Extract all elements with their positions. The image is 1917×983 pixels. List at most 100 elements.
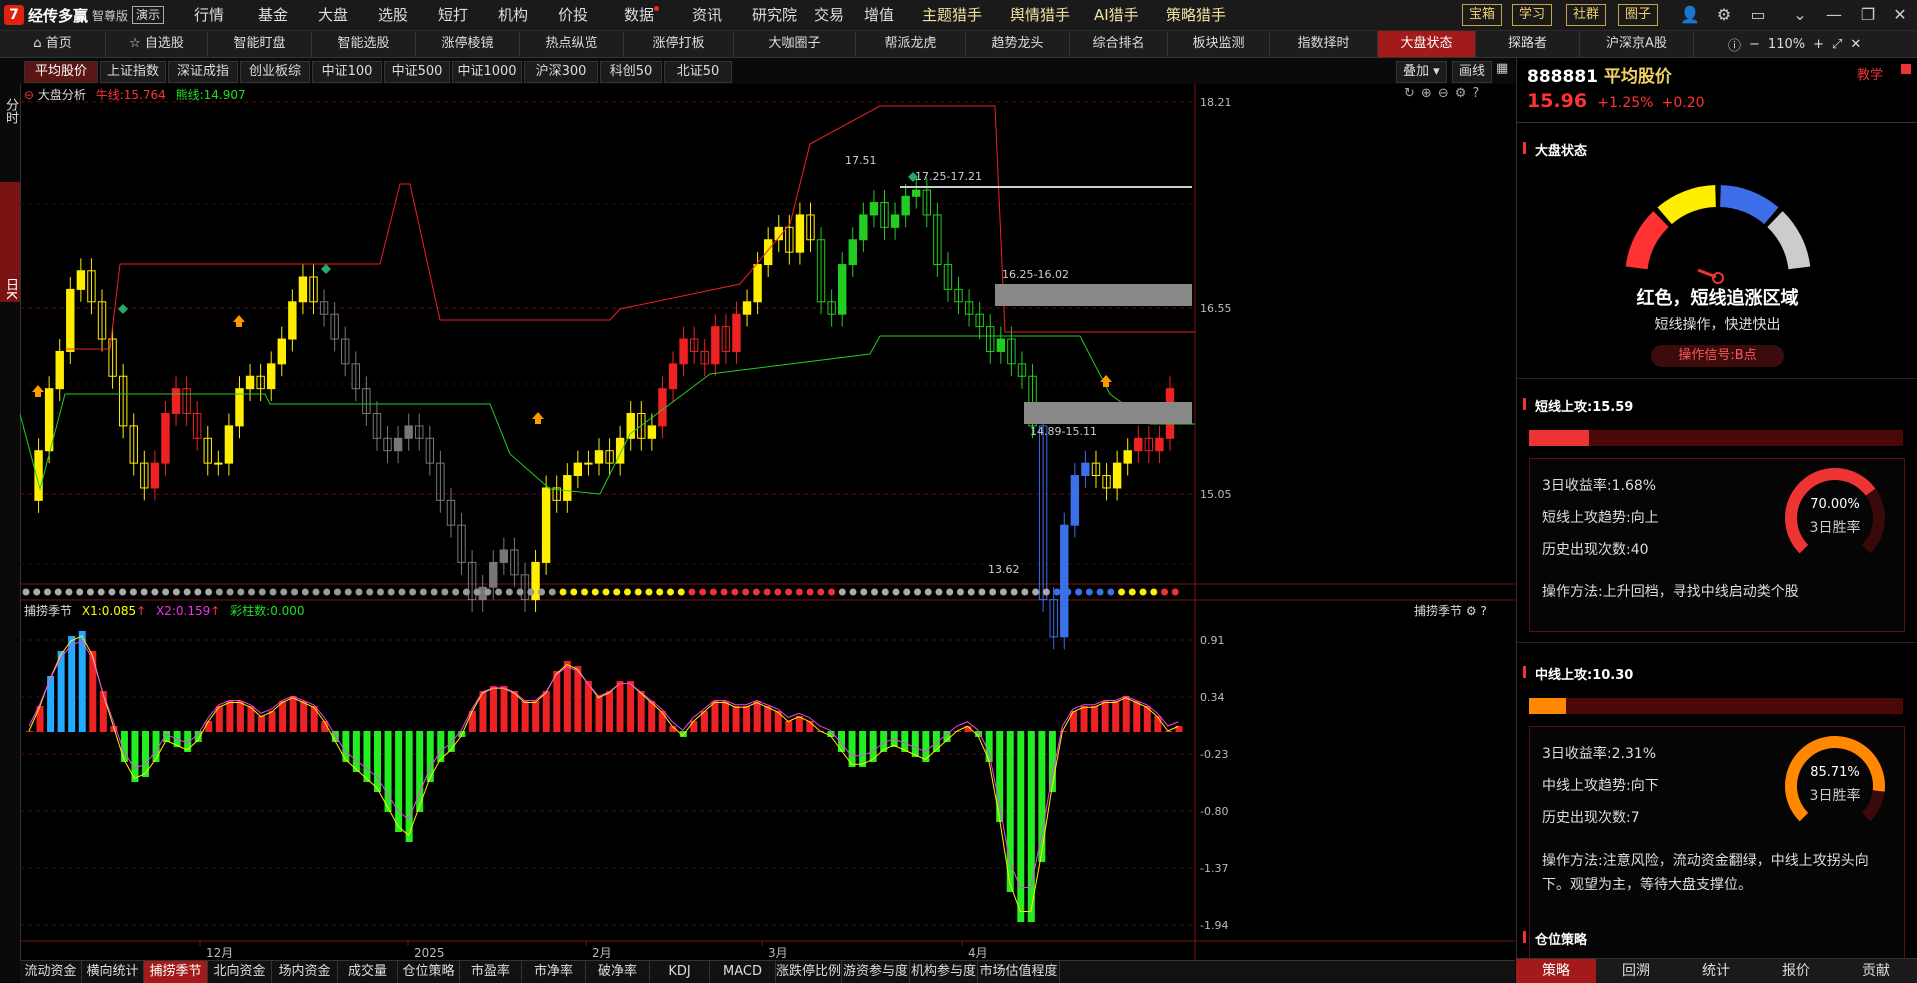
tab-0[interactable]: ⌂ 首页 <box>0 31 106 57</box>
user-icon[interactable]: 👤 <box>1680 5 1700 25</box>
top-menu-13[interactable]: 舆情猎手 <box>1010 0 1070 30</box>
gear-icon[interactable]: ⚙ <box>1466 604 1477 618</box>
index-tab-9[interactable]: 北证50 <box>664 61 732 83</box>
gear-icon[interactable]: ⚙ <box>1714 5 1734 25</box>
tab-5[interactable]: 热点纵览 <box>520 31 624 57</box>
tab-11[interactable]: 板块监测 <box>1168 31 1270 57</box>
demo-badge[interactable]: 演示 <box>132 6 165 24</box>
top-menu-14[interactable]: AI猎手 <box>1094 0 1139 30</box>
index-tab-3[interactable]: 创业板综 <box>240 61 310 83</box>
refresh-icon[interactable]: ↻ <box>1404 86 1415 101</box>
chevron-down-icon[interactable]: ⌄ <box>1790 5 1810 25</box>
bottom-tab-7[interactable]: 市盈率 <box>460 961 522 983</box>
overlay-button[interactable]: 叠加 ▾ <box>1396 61 1447 83</box>
bottom-tab-10[interactable]: KDJ <box>650 961 710 983</box>
help-icon[interactable]: ? <box>1480 604 1486 618</box>
right-bottom-tab-1[interactable]: 回溯 <box>1596 959 1676 983</box>
index-tab-4[interactable]: 中证100 <box>312 61 382 83</box>
buy-signal-icon[interactable] <box>1100 375 1112 387</box>
index-tab-0[interactable]: 平均股价 <box>24 61 98 83</box>
tab-15[interactable]: 沪深京A股 <box>1580 31 1694 57</box>
sub-indicator-title[interactable]: 捕捞季节 <box>1414 604 1462 618</box>
minimize-icon[interactable]: — <box>1824 5 1844 25</box>
index-tab-2[interactable]: 深证成指 <box>168 61 238 83</box>
bottom-tab-9[interactable]: 破净率 <box>586 961 650 983</box>
sell-signal-icon[interactable] <box>118 304 128 314</box>
index-tab-1[interactable]: 上证指数 <box>100 61 166 83</box>
bottom-tab-14[interactable]: 机构参与度 <box>910 961 978 983</box>
top-menu-6[interactable]: 价投 <box>558 0 588 30</box>
index-tab-8[interactable]: 科创50 <box>600 61 662 83</box>
top-button-0[interactable]: 宝箱 <box>1462 4 1503 26</box>
top-menu-10[interactable]: 交易 <box>814 0 844 30</box>
buy-signal-icon[interactable] <box>233 315 245 327</box>
tab-7[interactable]: 大咖圈子 <box>734 31 856 57</box>
tab-1[interactable]: ☆ 自选股 <box>106 31 208 57</box>
collapse-icon[interactable]: ⊖ <box>24 88 34 102</box>
close-icon[interactable]: ✕ <box>1890 5 1910 25</box>
top-menu-0[interactable]: 行情 <box>194 0 224 30</box>
top-menu-8[interactable]: 资讯 <box>692 0 722 30</box>
top-menu-2[interactable]: 大盘 <box>318 0 348 30</box>
bottom-tab-13[interactable]: 游资参与度 <box>842 961 910 983</box>
bottom-tab-4[interactable]: 场内资金 <box>272 961 338 983</box>
bottom-tab-2[interactable]: 捕捞季节 <box>144 961 208 983</box>
top-menu-4[interactable]: 短打 <box>438 0 468 30</box>
indicator-name[interactable]: 大盘分析 <box>38 88 86 102</box>
help-icon[interactable]: ? <box>1472 86 1479 101</box>
tab-daily-k[interactable]: 日K <box>0 182 20 302</box>
top-menu-7[interactable]: 数据 <box>624 0 660 30</box>
pin-icon[interactable] <box>1901 64 1911 74</box>
tab-14[interactable]: 探路者 <box>1476 31 1580 57</box>
grid-icon[interactable]: ▦ <box>1496 61 1508 76</box>
top-menu-1[interactable]: 基金 <box>258 0 288 30</box>
bottom-tab-3[interactable]: 北向资金 <box>208 961 272 983</box>
expand-icon[interactable]: ⤢ <box>1832 37 1842 52</box>
window-icon[interactable]: ▭ <box>1748 5 1768 25</box>
top-menu-11[interactable]: 增值 <box>864 0 894 30</box>
close-icon[interactable]: ✕ <box>1850 37 1861 52</box>
top-menu-3[interactable]: 选股 <box>378 0 408 30</box>
bottom-tab-5[interactable]: 成交量 <box>338 961 398 983</box>
tab-4[interactable]: 涨停棱镜 <box>416 31 520 57</box>
tab-6[interactable]: 涨停打板 <box>624 31 734 57</box>
bottom-tab-1[interactable]: 横向统计 <box>82 961 144 983</box>
bottom-tab-15[interactable]: 市场估值程度 <box>978 961 1060 983</box>
bottom-tab-6[interactable]: 仓位策略 <box>398 961 460 983</box>
tab-minute[interactable]: 分时 <box>0 98 20 142</box>
bottom-tab-0[interactable]: 流动资金 <box>20 961 82 983</box>
bottom-tab-12[interactable]: 涨跌停比例 <box>776 961 842 983</box>
kline-chart[interactable]: 18.21 16.55 15.05 17.51 17.25-17.21 16.25-16.… <box>19 84 1515 960</box>
right-bottom-tab-4[interactable]: 贡献 <box>1836 959 1916 983</box>
buy-signal-icon[interactable] <box>532 412 544 424</box>
top-menu-9[interactable]: 研究院 <box>752 0 797 30</box>
tab-9[interactable]: 趋势龙头 <box>966 31 1070 57</box>
top-button-2[interactable]: 社群 <box>1566 4 1607 26</box>
zoom-out-icon[interactable]: − <box>1749 37 1760 52</box>
top-menu-12[interactable]: 主题猎手 <box>922 0 982 30</box>
right-bottom-tab-3[interactable]: 报价 <box>1756 959 1836 983</box>
top-menu-15[interactable]: 策略猎手 <box>1166 0 1226 30</box>
add-icon[interactable]: ⊕ <box>1421 86 1432 101</box>
top-button-1[interactable]: 学习 <box>1512 4 1553 26</box>
sell-signal-icon[interactable] <box>321 264 331 274</box>
gear-icon[interactable]: ⚙ <box>1455 86 1467 101</box>
index-tab-5[interactable]: 中证500 <box>384 61 450 83</box>
index-tab-6[interactable]: 中证1000 <box>452 61 522 83</box>
right-bottom-tab-0[interactable]: 策略 <box>1516 959 1596 983</box>
top-button-3[interactable]: 圈子 <box>1618 4 1659 26</box>
chart-area[interactable]: 18.21 16.55 15.05 17.51 17.25-17.21 16.25-16.… <box>19 84 1515 960</box>
tab-13[interactable]: 大盘状态 <box>1378 31 1476 57</box>
index-tab-7[interactable]: 沪深300 <box>524 61 598 83</box>
teach-link[interactable]: 教学 <box>1857 64 1883 83</box>
bottom-tab-8[interactable]: 市净率 <box>522 961 586 983</box>
remove-icon[interactable]: ⊖ <box>1438 86 1449 101</box>
zoom-in-icon[interactable]: + <box>1813 37 1824 52</box>
sub-indicator-name[interactable]: 捕捞季节 <box>24 604 72 618</box>
tab-10[interactable]: 综合排名 <box>1070 31 1168 57</box>
buy-signal-icon[interactable] <box>32 385 44 397</box>
info-icon[interactable]: ⓘ <box>1728 35 1741 54</box>
tab-3[interactable]: 智能选股 <box>312 31 416 57</box>
tab-2[interactable]: 智能盯盘 <box>208 31 312 57</box>
draw-line-button[interactable]: 画线 <box>1452 61 1493 83</box>
